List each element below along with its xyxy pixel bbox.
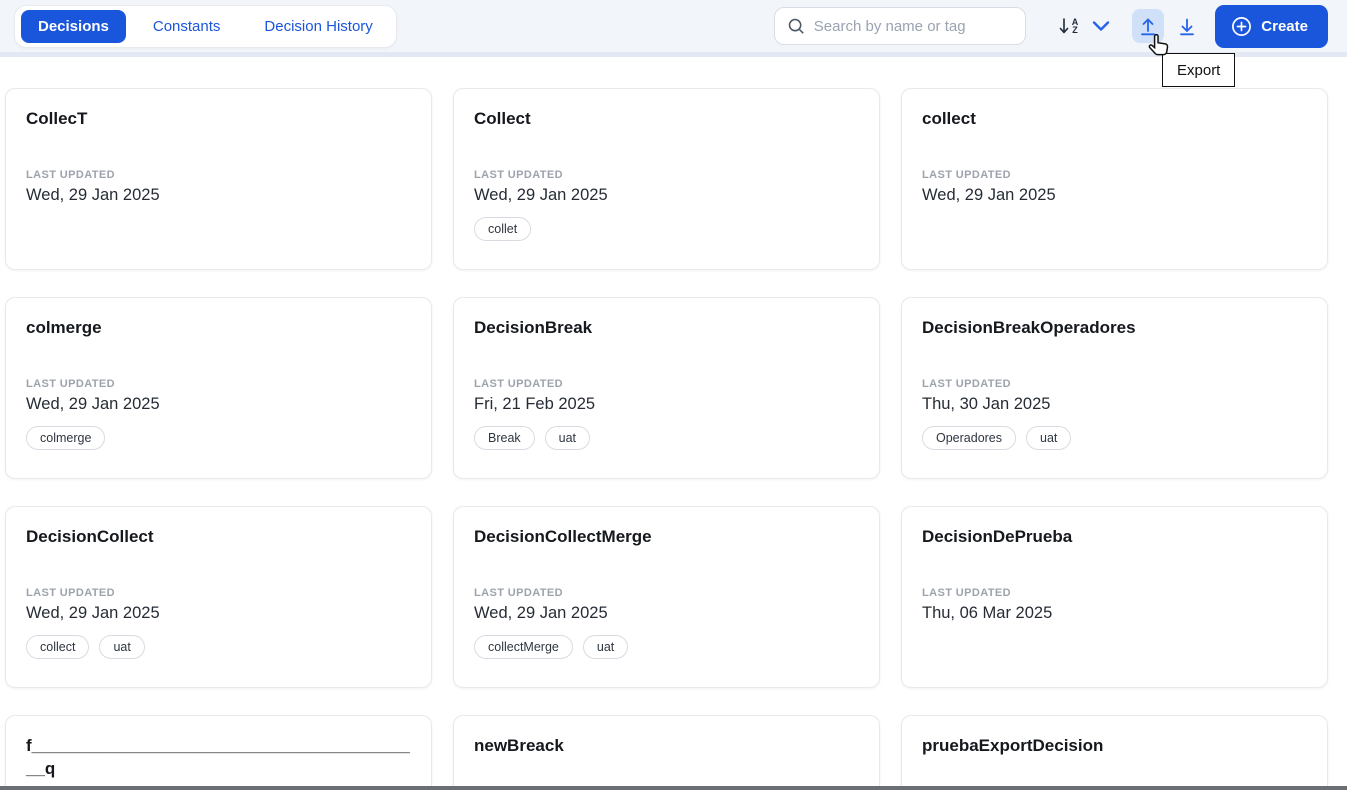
tag-pill: uat <box>1026 425 1072 450</box>
header-actions: A Z <box>773 0 1328 52</box>
last-updated-date: Wed, 29 Jan 2025 <box>474 185 608 204</box>
last-updated-label: LAST UPDATED <box>26 377 115 390</box>
sort-options-chevron[interactable] <box>1087 9 1115 43</box>
decision-card[interactable]: DecisionBreakOperadores LAST UPDATED Thu… <box>901 297 1328 479</box>
card-meta: LAST UPDATED Fri, 21 Feb 2025 <box>474 378 859 414</box>
sort-az-letters: A Z <box>1071 17 1079 35</box>
last-updated-label: LAST UPDATED <box>474 168 563 181</box>
import-download-icon <box>1180 18 1195 36</box>
window-bottom-edge <box>0 786 1347 790</box>
decision-card-grid: CollecT LAST UPDATED Wed, 29 Jan 2025 Co… <box>5 88 1328 790</box>
tab-decision-history[interactable]: Decision History <box>247 10 389 43</box>
card-meta: LAST UPDATED Wed, 29 Jan 2025 <box>922 169 1307 205</box>
create-button-label: Create <box>1261 17 1308 35</box>
tab-constants[interactable]: Constants <box>136 10 238 43</box>
decision-card[interactable]: DecisionCollectMerge LAST UPDATED Wed, 2… <box>453 506 880 688</box>
last-updated-date: Wed, 29 Jan 2025 <box>922 185 1056 204</box>
view-tab-group: Decisions Constants Decision History <box>14 5 397 48</box>
last-updated-label: LAST UPDATED <box>922 586 1011 599</box>
decision-card[interactable]: CollecT LAST UPDATED Wed, 29 Jan 2025 <box>5 88 432 270</box>
tag-list: colmerge <box>26 425 411 450</box>
decision-title: Collect <box>474 109 531 128</box>
decision-card[interactable]: DecisionBreak LAST UPDATED Fri, 21 Feb 2… <box>453 297 880 479</box>
card-meta: LAST UPDATED Thu, 06 Mar 2025 <box>922 587 1307 623</box>
tag-pill: uat <box>99 634 145 659</box>
decision-title: DecisionCollect <box>26 527 154 546</box>
decision-title: collect <box>922 109 976 128</box>
last-updated-date: Wed, 29 Jan 2025 <box>26 394 160 413</box>
last-updated-date: Wed, 29 Jan 2025 <box>26 185 160 204</box>
last-updated-label: LAST UPDATED <box>922 168 1011 181</box>
last-updated-label: LAST UPDATED <box>474 377 563 390</box>
decision-title: newBreack <box>474 736 564 755</box>
tag-pill: colmerge <box>26 425 106 450</box>
chevron-down-icon <box>1093 21 1110 31</box>
decision-card[interactable]: DecisionCollect LAST UPDATED Wed, 29 Jan… <box>5 506 432 688</box>
decision-title: DecisionDePrueba <box>922 527 1073 546</box>
last-updated-date: Thu, 30 Jan 2025 <box>922 394 1051 413</box>
search-icon <box>788 18 804 34</box>
export-tooltip: Export <box>1162 53 1236 87</box>
card-meta: LAST UPDATED Thu, 30 Jan 2025 <box>922 378 1307 414</box>
tag-list: Break uat <box>474 425 859 450</box>
decision-title: DecisionCollectMerge <box>474 527 652 546</box>
card-meta: LAST UPDATED Wed, 29 Jan 2025 <box>26 587 411 623</box>
decision-title: DecisionBreakOperadores <box>922 318 1136 337</box>
last-updated-label: LAST UPDATED <box>922 377 1011 390</box>
card-meta: LAST UPDATED Wed, 29 Jan 2025 <box>26 169 411 205</box>
tag-pill: collet <box>474 216 532 241</box>
decision-title: DecisionBreak <box>474 318 593 337</box>
decision-card[interactable]: pruebaExportDecision <box>901 715 1328 790</box>
card-meta: LAST UPDATED Wed, 29 Jan 2025 <box>474 169 859 205</box>
tag-pill: uat <box>544 425 591 450</box>
plus-circle-icon <box>1232 16 1252 36</box>
sort-arrow-icon <box>1059 18 1069 34</box>
export-button[interactable] <box>1132 9 1165 43</box>
decision-card[interactable]: collect LAST UPDATED Wed, 29 Jan 2025 <box>901 88 1328 270</box>
decision-title: f_______________________________________… <box>26 736 410 778</box>
last-updated-date: Thu, 06 Mar 2025 <box>922 603 1053 622</box>
tab-decisions[interactable]: Decisions <box>21 10 126 43</box>
tag-pill: collectMerge <box>474 634 573 659</box>
card-meta: LAST UPDATED Wed, 29 Jan 2025 <box>474 587 859 623</box>
header-divider <box>0 52 1347 57</box>
import-button[interactable] <box>1171 9 1203 43</box>
last-updated-label: LAST UPDATED <box>474 586 563 599</box>
decision-card[interactable]: Collect LAST UPDATED Wed, 29 Jan 2025 co… <box>453 88 880 270</box>
search-box[interactable] <box>773 7 1026 45</box>
top-bar: Decisions Constants Decision History A Z <box>0 0 1347 52</box>
search-input[interactable] <box>813 17 1015 35</box>
decision-title: colmerge <box>26 318 102 337</box>
decision-card[interactable]: DecisionDePrueba LAST UPDATED Thu, 06 Ma… <box>901 506 1328 688</box>
create-button[interactable]: Create <box>1215 4 1328 48</box>
export-upload-icon <box>1141 18 1156 36</box>
last-updated-label: LAST UPDATED <box>26 168 115 181</box>
card-meta: LAST UPDATED Wed, 29 Jan 2025 <box>26 378 411 414</box>
last-updated-date: Fri, 21 Feb 2025 <box>474 394 596 413</box>
tag-list: collet <box>474 216 859 241</box>
tag-list: Operadores uat <box>922 425 1307 450</box>
last-updated-label: LAST UPDATED <box>26 586 115 599</box>
decision-title: pruebaExportDecision <box>922 736 1104 755</box>
tag-list: collect uat <box>26 634 411 659</box>
last-updated-date: Wed, 29 Jan 2025 <box>26 603 160 622</box>
decision-card[interactable]: newBreack <box>453 715 880 790</box>
tag-pill: Break <box>474 425 535 450</box>
decision-card[interactable]: colmerge LAST UPDATED Wed, 29 Jan 2025 c… <box>5 297 432 479</box>
decision-title: CollecT <box>26 109 88 128</box>
tag-pill: uat <box>582 634 629 659</box>
last-updated-date: Wed, 29 Jan 2025 <box>474 603 608 622</box>
tag-pill: Operadores <box>922 425 1017 450</box>
decision-card[interactable]: f_______________________________________… <box>5 715 432 790</box>
tag-pill: collect <box>26 634 90 659</box>
sort-button[interactable]: A Z <box>1054 9 1084 43</box>
tag-list: collectMerge uat <box>474 634 859 659</box>
